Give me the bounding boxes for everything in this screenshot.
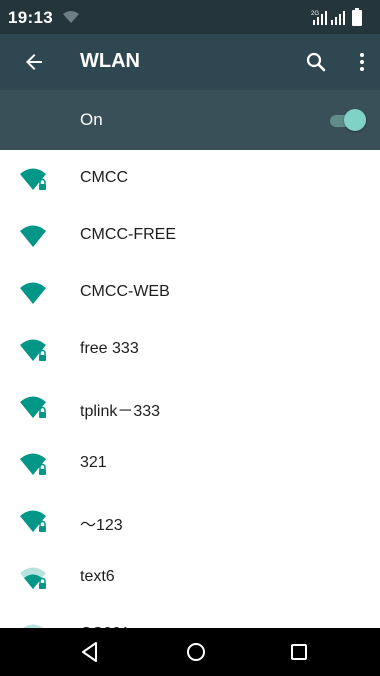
wifi-notification-icon [63, 11, 79, 23]
battery-icon [352, 8, 362, 26]
circle-home-icon[interactable] [184, 640, 208, 664]
wifi-ssid-label: tplink－333 [80, 403, 161, 420]
wifi-lock-icon [20, 396, 46, 418]
switch-thumb [344, 109, 366, 131]
wifi-lock-icon [20, 453, 46, 475]
app-bar: WLAN [0, 34, 380, 90]
wifi-network-row[interactable]: CC001 [0, 606, 380, 628]
wifi-ssid-label: free 333 [80, 340, 139, 357]
wifi-ssid-label: CMCC-WEB [80, 283, 170, 300]
wifi-icon [20, 225, 46, 247]
wifi-network-list: CMCC CMCC-FREE CMCC-WEB free 333 tplink－333 3… [0, 150, 380, 628]
wifi-lock-icon [20, 168, 46, 190]
wifi-network-row[interactable]: text6 [0, 549, 380, 606]
arrow-back-icon[interactable] [22, 50, 46, 74]
wifi-network-row[interactable]: CMCC [0, 150, 380, 207]
status-time: 19:13 [8, 8, 53, 27]
status-bar: 19:13 2G [0, 0, 380, 34]
wifi-ssid-label: 321 [80, 454, 107, 471]
wifi-icon [20, 282, 46, 304]
wifi-network-row[interactable]: free 333 [0, 321, 380, 378]
wlan-toggle-label: On [80, 110, 103, 129]
triangle-back-icon[interactable] [78, 640, 102, 664]
svg-text:2G: 2G [311, 11, 319, 17]
more-vert-icon[interactable] [350, 50, 374, 74]
search-icon[interactable] [304, 50, 328, 74]
wifi-ssid-label: CMCC [80, 169, 128, 186]
wifi-lock-icon [20, 567, 46, 589]
page-title: WLAN [80, 50, 140, 72]
wifi-lock-icon [20, 339, 46, 361]
wifi-network-row[interactable]: ～123 [0, 492, 380, 549]
wifi-lock-icon [20, 510, 46, 532]
wlan-toggle-row[interactable]: On [0, 90, 380, 150]
wifi-network-row[interactable]: CMCC-WEB [0, 264, 380, 321]
wifi-ssid-label: ～123 [80, 517, 123, 534]
wifi-network-row[interactable]: tplink－333 [0, 378, 380, 435]
square-recents-icon[interactable] [287, 640, 311, 664]
wifi-network-row[interactable]: CMCC-FREE [0, 207, 380, 264]
navigation-bar [0, 628, 380, 676]
wifi-network-row[interactable]: 321 [0, 435, 380, 492]
wlan-switch[interactable] [326, 109, 366, 131]
wifi-ssid-label: CMCC-FREE [80, 226, 176, 243]
signal-icon: 2G [311, 11, 345, 25]
wifi-ssid-label: text6 [80, 568, 115, 585]
